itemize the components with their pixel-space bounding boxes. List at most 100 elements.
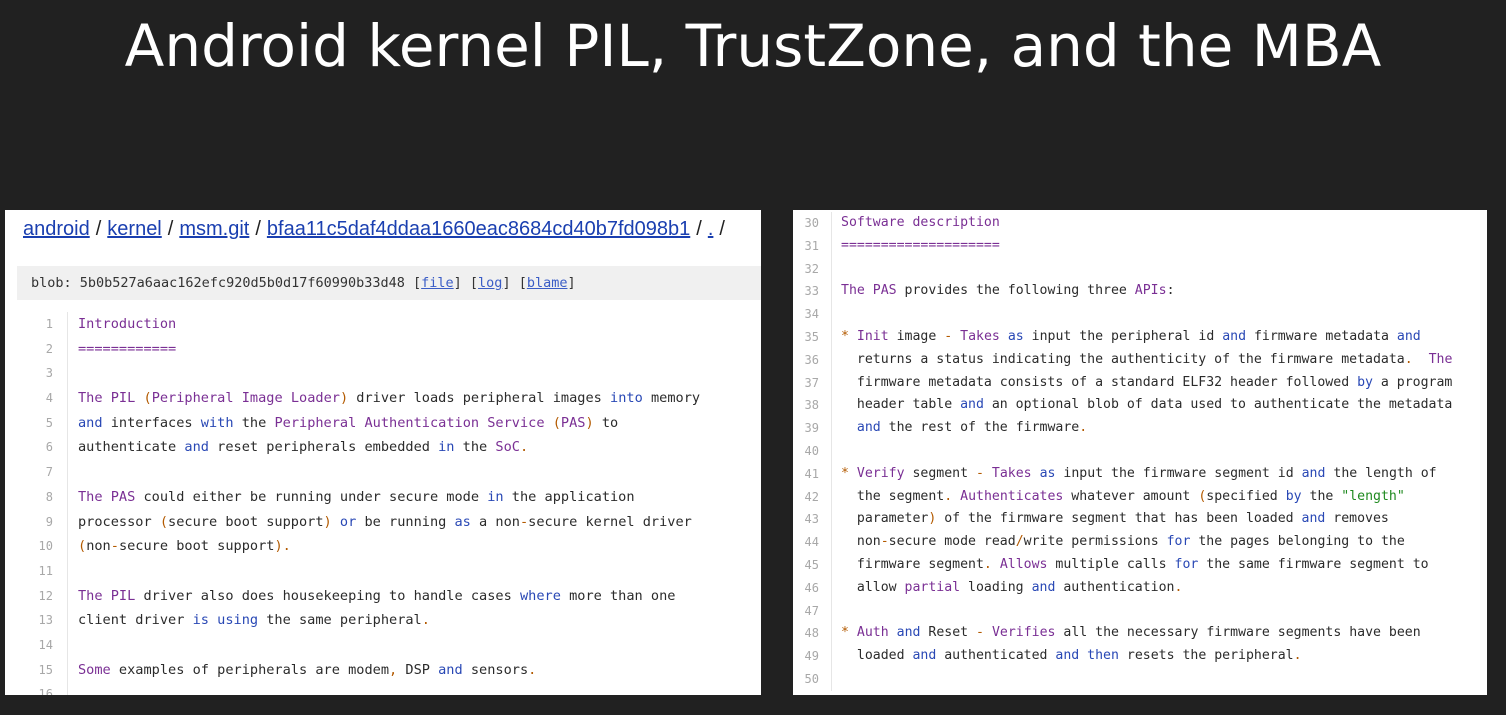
- code-text: ====================: [841, 237, 1000, 253]
- code-line: 7: [5, 460, 68, 485]
- code-text: and interfaces with the Peripheral Authe…: [78, 414, 619, 431]
- line-number: 9: [45, 514, 53, 529]
- gutter-divider: [67, 460, 68, 485]
- code-text: loaded and authenticated and then resets…: [841, 648, 1302, 664]
- code-line: 44 non-secure mode read/write permission…: [793, 531, 1405, 554]
- gutter-divider: [67, 534, 68, 559]
- code-text: authenticate and reset peripherals embed…: [78, 439, 529, 456]
- code-text: firmware segment. Allows multiple calls …: [841, 556, 1429, 572]
- code-line: 3: [5, 361, 68, 387]
- code-line: 45 firmware segment. Allows multiple cal…: [793, 553, 1429, 577]
- code-line: 39 and the rest of the firmware.: [793, 417, 1087, 440]
- left-code-panel: android / kernel / msm.git / bfaa11c5daf4ddaa1…: [5, 210, 761, 695]
- line-number: 31: [804, 238, 819, 253]
- breadcrumb-link-android[interactable]: android: [23, 218, 90, 240]
- breadcrumb-link-kernel[interactable]: kernel: [107, 218, 161, 240]
- code-text: The PAS provides the following three API…: [841, 283, 1175, 299]
- gutter-divider: [831, 348, 832, 372]
- code-text: returns a status indicating the authenti…: [841, 351, 1453, 367]
- code-line: 10 (non-secure boot support).: [5, 534, 291, 559]
- code-line: 5 and interfaces with the Peripheral Auth…: [5, 410, 618, 436]
- line-number: 8: [45, 489, 53, 504]
- line-number: 15: [38, 662, 53, 677]
- code-line: 14: [5, 632, 68, 658]
- code-text: Some examples of peripherals are modem, …: [78, 661, 537, 678]
- code-line: 12 The PIL driver also does housekeeping …: [5, 583, 675, 609]
- gutter-divider: [67, 509, 68, 535]
- code-line: 1 Introduction: [5, 312, 176, 337]
- file-link[interactable]: file: [421, 275, 454, 291]
- gutter-divider: [67, 558, 68, 584]
- breadcrumb-separator: /: [696, 218, 702, 240]
- line-number: 46: [804, 580, 819, 595]
- gutter-divider: [67, 657, 68, 683]
- line-number: 32: [804, 261, 819, 276]
- line-number: 4: [45, 391, 53, 406]
- code-line: 47: [793, 599, 832, 623]
- code-line: 38 header table and an optional blob of …: [793, 394, 1452, 418]
- gutter-divider: [67, 583, 68, 609]
- code-line: 2 ============: [5, 336, 176, 362]
- code-text: * Verify segment - Takes as input the fi…: [841, 465, 1437, 481]
- code-line: 48 * Auth and Reset - Verifies all the ne…: [793, 622, 1421, 646]
- breadcrumb-link-repo[interactable]: msm.git: [179, 218, 249, 240]
- code-text: The PAS could either be running under se…: [78, 488, 635, 505]
- code-line: 49 loaded and authenticated and then res…: [793, 645, 1302, 668]
- code-text: client driver is using the same peripher…: [78, 612, 430, 629]
- gutter-divider: [831, 394, 832, 418]
- code-line: 32: [793, 257, 832, 281]
- line-number: 49: [804, 649, 819, 664]
- gutter-divider: [67, 632, 68, 658]
- line-number: 40: [804, 443, 819, 458]
- line-number: 2: [45, 341, 53, 356]
- breadcrumb-link-commit[interactable]: bfaa11c5daf4ddaa1660eac8684cd40b7fd098b1: [267, 218, 690, 240]
- slide-title: Android kernel PIL, TrustZone, and the M…: [124, 12, 1382, 80]
- blame-link[interactable]: blame: [527, 275, 568, 291]
- gutter-divider: [67, 386, 68, 411]
- breadcrumb-separator: /: [719, 218, 725, 240]
- code-text: (non-secure boot support).: [78, 538, 291, 555]
- code-line: 16: [5, 682, 68, 695]
- code-text: allow partial loading and authentication…: [841, 579, 1183, 595]
- code-line: 4 The PIL (Peripheral Image Loader) drive…: [5, 386, 700, 411]
- code-line: 30 Software description: [793, 212, 1000, 235]
- gutter-divider: [67, 312, 68, 337]
- line-number: 10: [38, 539, 53, 554]
- code-text: The PIL driver also does housekeeping to…: [78, 587, 676, 604]
- breadcrumb: android / kernel / msm.git / bfaa11c5daf4ddaa1…: [23, 218, 731, 241]
- code-line: 41 * Verify segment - Takes as input the …: [793, 462, 1437, 486]
- code-text: * Init image - Takes as input the periph…: [841, 328, 1421, 344]
- line-number: 34: [804, 307, 819, 322]
- code-line: 37 firmware metadata consists of a stand…: [793, 371, 1452, 395]
- line-number: 45: [804, 557, 819, 572]
- code-text: Software description: [841, 215, 1000, 230]
- line-number: 50: [804, 671, 819, 686]
- code-text: firmware metadata consists of a standard…: [841, 374, 1453, 390]
- code-text: the segment. Authenticates whatever amou…: [841, 488, 1405, 504]
- gutter-divider: [831, 303, 832, 326]
- gutter-divider: [831, 485, 832, 509]
- code-text: non-secure mode read/write permissions f…: [841, 534, 1405, 550]
- line-number: 37: [804, 375, 819, 390]
- gutter-divider: [67, 435, 68, 461]
- breadcrumb-link-root[interactable]: .: [708, 218, 714, 240]
- code-line: 6 authenticate and reset peripherals embe…: [5, 435, 528, 461]
- line-number: 35: [804, 329, 819, 344]
- code-text: The PIL (Peripheral Image Loader) driver…: [78, 390, 701, 407]
- code-text: parameter) of the firmware segment that …: [841, 511, 1389, 527]
- code-line: 13 client driver is using the same periph…: [5, 608, 430, 633]
- line-number: 12: [38, 588, 53, 603]
- line-number: 1: [45, 317, 53, 331]
- gutter-divider: [831, 508, 832, 532]
- code-text: * Auth and Reset - Verifies all the nece…: [841, 625, 1421, 641]
- gutter-divider: [67, 682, 68, 695]
- code-text: Introduction: [78, 316, 177, 332]
- gutter-divider: [831, 531, 832, 554]
- line-number: 13: [38, 613, 53, 628]
- log-link[interactable]: log: [478, 275, 502, 291]
- line-number: 43: [804, 512, 819, 527]
- line-number: 41: [804, 466, 819, 481]
- blob-hash: blob: 5b0b527a6aac162efc920d5b0d17f60990…: [31, 275, 405, 291]
- line-number: 47: [804, 603, 819, 618]
- code-line: 8 The PAS could either be running under s…: [5, 484, 635, 510]
